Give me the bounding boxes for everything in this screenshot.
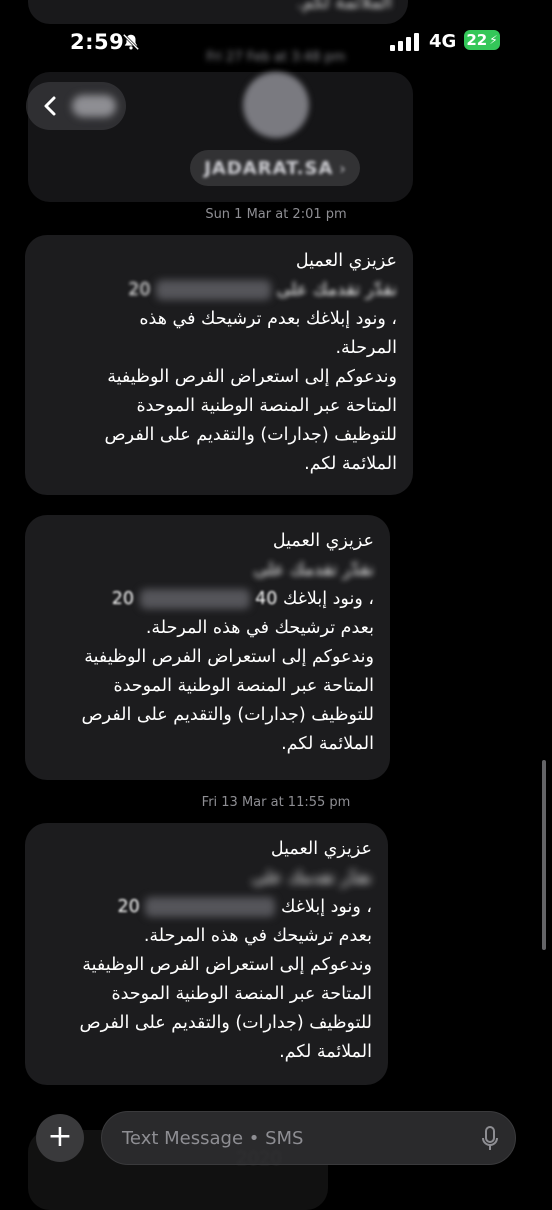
- message-text: ، ونود إبلاغك: [282, 589, 374, 609]
- add-attachment-button[interactable]: +: [36, 1114, 84, 1162]
- message-line: بعدم ترشيحك في هذه المرحلة.: [145, 618, 374, 638]
- chevron-left-icon: [44, 96, 56, 116]
- message-line: نقدّر تقدمك على: [253, 560, 374, 580]
- message-line: وندعوكم إلى استعراض الفرص الوظيفية: [84, 647, 374, 667]
- network-type: 4G: [429, 31, 457, 52]
- message-line: الملائمة لكم.: [281, 734, 374, 754]
- message-line: المتاحة عبر المنصة الوطنية الموحدة: [111, 984, 372, 1004]
- battery-indicator: 22 ⚡: [464, 30, 500, 50]
- bell-slash-icon: [122, 33, 140, 51]
- message-line: للتوظيف (جدارات) والتقديم على الفرص: [81, 705, 375, 725]
- unread-count-badge: [72, 95, 116, 117]
- message-line: المرحلة.: [335, 338, 397, 358]
- message-line: للتوظيف (جدارات) والتقديم على الفرص: [104, 425, 398, 445]
- timestamp-2: Sun 1 Mar at 2:01 pm: [205, 207, 347, 222]
- message-text: ، ونود إبلاغك: [280, 897, 372, 917]
- message-input-placeholder: Text Message • SMS: [122, 1127, 304, 1149]
- message-line: للتوظيف (جدارات) والتقديم على الفرص: [79, 1013, 373, 1033]
- mic-icon[interactable]: [481, 1126, 499, 1152]
- message-line: ، ونود إبلاغك بعدم ترشيحك في هذه: [139, 309, 397, 329]
- message-bubble[interactable]: عزيزي العميل نقدّر تقدمك على ، ونود إبلا…: [25, 823, 388, 1085]
- message-line: الملائمة لكم.: [304, 454, 397, 474]
- contact-name: JADARAT.SA: [204, 157, 334, 179]
- message-line: بعدم ترشيحك في هذه المرحلة.: [143, 926, 372, 946]
- signal-icon: [390, 33, 419, 51]
- charging-bolt-icon: ⚡: [489, 33, 498, 47]
- redacted-number: [145, 897, 276, 917]
- message-text: 20: [128, 280, 151, 300]
- message-line: ، ونود إبلاغك 40 20: [41, 585, 374, 614]
- message-text: 40: [255, 589, 278, 609]
- message-line: المتاحة عبر المنصة الوطنية الموحدة: [136, 396, 397, 416]
- status-bar: 2:59 4G 22 ⚡: [0, 0, 552, 80]
- timestamp-3: Fri 13 Mar at 11:55 pm: [201, 795, 351, 810]
- back-button[interactable]: [26, 82, 126, 130]
- timestamp-1: Fri 27 Feb at 3:48 pm: [206, 50, 346, 65]
- chevron-right-icon: ›: [339, 158, 346, 178]
- message-line: وندعوكم إلى استعراض الفرص الوظيفية: [107, 367, 397, 387]
- battery-level: 22: [466, 31, 488, 49]
- message-line: وندعوكم إلى استعراض الفرص الوظيفية: [82, 955, 372, 975]
- scrollbar[interactable]: [542, 760, 546, 950]
- message-line: ، ونود إبلاغك 20: [41, 893, 372, 922]
- message-text: 20: [117, 897, 140, 917]
- message-line: نقدّر تقدمك على 20 ، ونود إبلاغك بعدم تر…: [41, 276, 397, 305]
- message-bubble[interactable]: عزيزي العميل نقدّر تقدمك على 20 ، ونود إ…: [25, 235, 413, 495]
- message-line: عزيزي العميل: [295, 251, 397, 271]
- redacted-number: [139, 589, 250, 609]
- contact-name-button[interactable]: JADARAT.SA ›: [190, 150, 360, 186]
- message-line: نقدّر تقدمك على: [251, 868, 372, 888]
- message-line: عزيزي العميل: [270, 839, 372, 859]
- redacted-number: [156, 280, 272, 300]
- message-bubble[interactable]: عزيزي العميل نقدّر تقدمك على ، ونود إبلا…: [25, 515, 390, 780]
- message-line: الملائمة لكم.: [279, 1042, 372, 1062]
- message-line: عزيزي العميل: [272, 531, 374, 551]
- message-text: نقدّر تقدمك على: [276, 280, 397, 300]
- message-input[interactable]: Text Message • SMS: [101, 1111, 516, 1165]
- message-text: 20: [111, 589, 134, 609]
- message-line: المتاحة عبر المنصة الوطنية الموحدة: [113, 676, 374, 696]
- plus-icon: +: [47, 1119, 73, 1154]
- contact-avatar[interactable]: [243, 72, 309, 138]
